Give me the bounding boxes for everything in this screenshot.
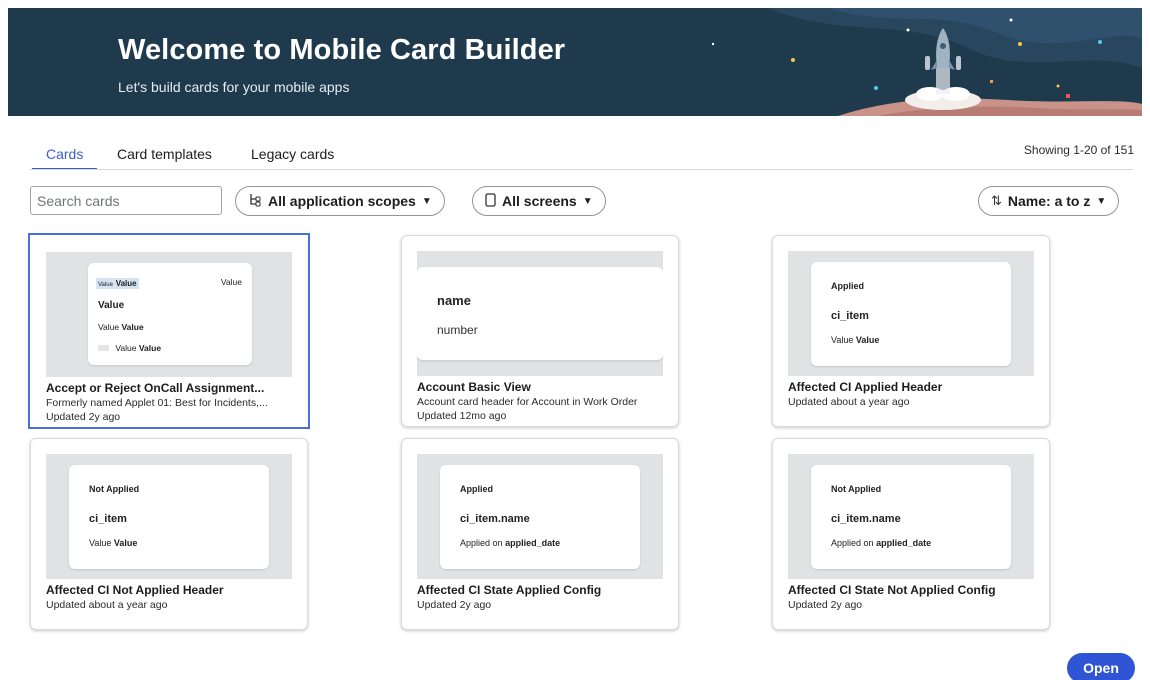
card-preview: Not Applied ci_item.name Applied on appl… bbox=[788, 454, 1034, 579]
preview-heading: name bbox=[437, 293, 471, 308]
preview-heading: ci_item.name bbox=[831, 513, 901, 525]
chevron-down-icon: ▼ bbox=[582, 195, 593, 207]
card-updated: Updated 2y ago bbox=[417, 599, 492, 611]
card-updated: Updated 12mo ago bbox=[417, 410, 507, 422]
results-count: Showing 1-20 of 151 bbox=[1023, 143, 1134, 157]
preview-row: Value Value bbox=[89, 538, 138, 548]
sort-label: Name: a to z bbox=[1007, 193, 1091, 209]
preview-status: Not Applied bbox=[831, 484, 882, 494]
preview-row: Value Value bbox=[831, 335, 880, 345]
preview-status: Applied bbox=[831, 281, 864, 291]
card-preview: name number bbox=[417, 251, 663, 376]
tabs-divider bbox=[30, 169, 1133, 170]
card-updated: Updated 2y ago bbox=[46, 411, 121, 423]
preview-heading: Value bbox=[98, 300, 125, 311]
card-title: Account Basic View bbox=[417, 380, 531, 394]
tab-cards[interactable]: Cards bbox=[31, 146, 98, 170]
preview-heading: ci_item bbox=[831, 310, 869, 322]
card-preview: Value Value Value Value Value Value Valu… bbox=[46, 252, 292, 377]
preview-heading: ci_item.name bbox=[460, 513, 530, 525]
phone-icon bbox=[485, 192, 496, 210]
card-title: Affected CI State Applied Config bbox=[417, 583, 602, 597]
preview-heading: ci_item bbox=[89, 513, 127, 525]
preview-card: Applied ci_item Value Value bbox=[811, 262, 1011, 366]
preview-card: Applied ci_item.name Applied on applied_… bbox=[440, 465, 640, 569]
card-affected-ci-state-applied-config[interactable]: Applied ci_item.name Applied on applied_… bbox=[401, 438, 679, 630]
open-button[interactable]: Open bbox=[1067, 653, 1135, 680]
tree-icon bbox=[248, 193, 262, 210]
preview-status: Applied bbox=[460, 484, 493, 494]
banner-title: Welcome to Mobile Card Builder bbox=[118, 34, 566, 66]
card-affected-ci-state-not-applied-config[interactable]: Not Applied ci_item.name Applied on appl… bbox=[772, 438, 1050, 630]
card-preview: Applied ci_item Value Value bbox=[788, 251, 1034, 376]
card-tabs: Cards Card templates Legacy cards bbox=[30, 140, 1133, 170]
card-title: Affected CI Applied Header bbox=[788, 380, 943, 394]
tab-legacy-cards[interactable]: Legacy cards bbox=[251, 146, 334, 162]
card-description: Formerly named Applet 01: Best for Incid… bbox=[46, 397, 268, 409]
card-description: Account card header for Account in Work … bbox=[417, 396, 638, 408]
preview-card: name number bbox=[417, 267, 663, 360]
card-title: Accept or Reject OnCall Assignment... bbox=[46, 381, 265, 395]
preview-row: Applied on applied_date bbox=[831, 538, 932, 548]
preview-row-2: Value Value bbox=[98, 343, 161, 353]
card-account-basic-view[interactable]: name number Account Basic View Account c… bbox=[401, 235, 679, 427]
sort-dropdown[interactable]: ⇅ Name: a to z ▼ bbox=[978, 186, 1120, 216]
card-accept-reject-oncall[interactable]: Value Value Value Value Value Value Valu… bbox=[28, 233, 310, 429]
screens-filter[interactable]: All screens ▼ bbox=[472, 186, 606, 216]
card-preview: Not Applied ci_item Value Value bbox=[46, 454, 292, 579]
sort-arrows-icon: ⇅ bbox=[991, 193, 1002, 208]
image-placeholder-icon bbox=[98, 345, 109, 351]
screens-filter-label: All screens bbox=[502, 193, 577, 209]
preview-row: Applied on applied_date bbox=[460, 538, 561, 548]
preview-card: Not Applied ci_item.name Applied on appl… bbox=[811, 465, 1011, 569]
card-updated: Updated about a year ago bbox=[46, 599, 168, 611]
preview-tag: Value Value bbox=[96, 278, 139, 289]
card-title: Affected CI State Not Applied Config bbox=[788, 583, 996, 597]
welcome-banner: Welcome to Mobile Card Builder Let's bui… bbox=[8, 8, 1142, 116]
preview-line: number bbox=[437, 323, 478, 337]
scopes-filter-label: All application scopes bbox=[268, 193, 416, 209]
card-updated: Updated 2y ago bbox=[788, 599, 863, 611]
banner-subtitle: Let's build cards for your mobile apps bbox=[118, 79, 350, 95]
card-affected-ci-applied-header[interactable]: Applied ci_item Value Value Affected CI … bbox=[772, 235, 1050, 427]
preview-card: Value Value Value Value Value Value Valu… bbox=[88, 263, 252, 365]
chevron-down-icon: ▼ bbox=[1096, 195, 1107, 207]
preview-card: Not Applied ci_item Value Value bbox=[69, 465, 269, 569]
preview-right-value: Value bbox=[220, 277, 242, 287]
card-title: Affected CI Not Applied Header bbox=[46, 583, 224, 597]
application-scopes-filter[interactable]: All application scopes ▼ bbox=[235, 186, 445, 216]
preview-row-1: Value Value bbox=[98, 322, 144, 332]
preview-status: Not Applied bbox=[89, 484, 140, 494]
search-input[interactable] bbox=[30, 186, 222, 215]
tab-card-templates[interactable]: Card templates bbox=[117, 146, 212, 162]
card-updated: Updated about a year ago bbox=[788, 396, 910, 408]
card-affected-ci-not-applied-header[interactable]: Not Applied ci_item Value Value Affected… bbox=[30, 438, 308, 630]
card-preview: Applied ci_item.name Applied on applied_… bbox=[417, 454, 663, 579]
chevron-down-icon: ▼ bbox=[421, 195, 432, 207]
